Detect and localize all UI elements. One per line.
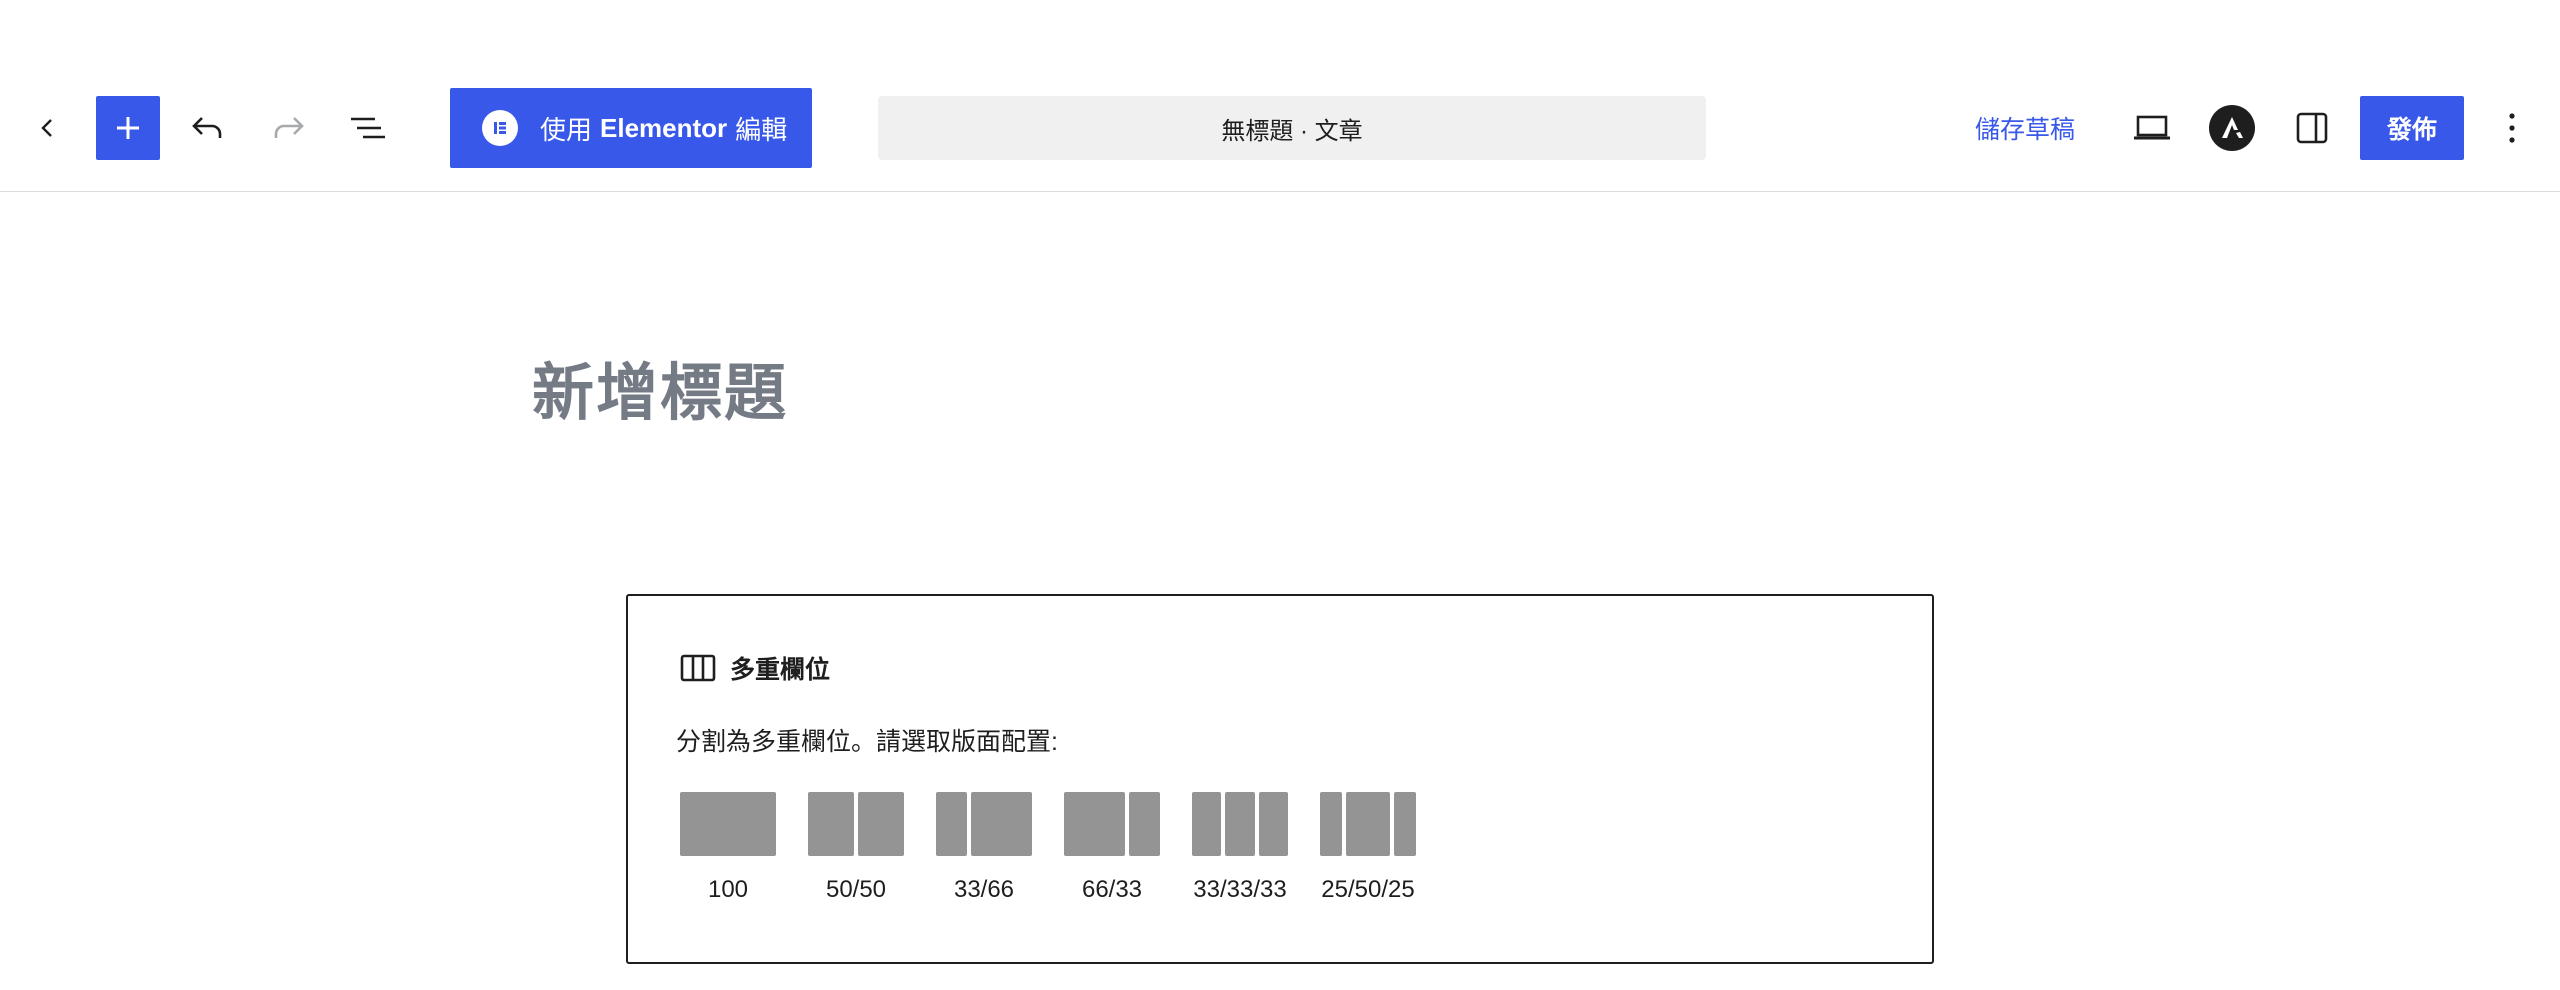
columns-block-placeholder[interactable]: 多重欄位 分割為多重欄位。請選取版面配置: 100 50/50 33/66 66/33… xyxy=(626,594,1934,964)
save-draft-button[interactable]: 儲存草稿 xyxy=(1960,96,2090,160)
elementor-label-brand: Elementor xyxy=(600,112,728,143)
undo-button[interactable] xyxy=(176,96,240,160)
column-variation-66-33[interactable]: 66/33 xyxy=(1064,792,1160,904)
post-title-input[interactable]: 新增標題 xyxy=(532,342,788,432)
edit-with-elementor-button[interactable]: 使用 Elementor 編輯 xyxy=(450,88,812,168)
add-block-button[interactable] xyxy=(96,96,160,160)
column-layout-icon xyxy=(808,792,904,856)
elementor-logo-icon xyxy=(482,110,518,146)
column-variation-picker: 100 50/50 33/66 66/33 33/33/33 25/50/25 xyxy=(680,792,1448,904)
undo-icon xyxy=(192,117,222,138)
document-title-bar[interactable]: 無標題 · 文章 xyxy=(878,96,1706,160)
column-variation-100[interactable]: 100 xyxy=(680,792,776,904)
preview-button[interactable] xyxy=(2120,96,2184,160)
elementor-label-pre: 使用 xyxy=(540,114,593,145)
chevron-left-icon xyxy=(41,119,52,137)
column-layout-icon xyxy=(936,792,1032,856)
list-view-button[interactable] xyxy=(336,96,400,160)
column-variation-33-33-33[interactable]: 33/33/33 xyxy=(1192,792,1288,904)
laptop-icon xyxy=(2134,115,2170,140)
column-variation-label: 50/50 xyxy=(825,876,887,903)
column-variation-label: 33/33/33 xyxy=(1193,876,1287,903)
column-layout-icon xyxy=(1320,792,1416,856)
settings-toggle-button[interactable] xyxy=(2280,96,2344,160)
column-variation-label: 25/50/25 xyxy=(1321,876,1415,903)
column-variation-label: 33/66 xyxy=(953,876,1015,903)
column-variation-33-66[interactable]: 33/66 xyxy=(936,792,1032,904)
columns-block-header: 多重欄位 xyxy=(680,650,830,686)
publish-button[interactable]: 發佈 xyxy=(2360,96,2464,160)
column-layout-icon xyxy=(1064,792,1160,856)
options-button[interactable] xyxy=(2480,96,2544,160)
astra-settings-button[interactable] xyxy=(2200,96,2264,160)
column-layout-icon xyxy=(1192,792,1288,856)
column-variation-25-50-25[interactable]: 25/50/25 xyxy=(1320,792,1416,904)
columns-block-instructions: 分割為多重欄位。請選取版面配置: xyxy=(676,728,1058,756)
sidebar-toggle-icon xyxy=(2296,112,2328,144)
columns-icon xyxy=(680,654,716,682)
elementor-label-post: 編輯 xyxy=(735,114,788,145)
columns-block-title: 多重欄位 xyxy=(730,656,831,684)
column-variation-50-50[interactable]: 50/50 xyxy=(808,792,904,904)
editor-header: 使用 Elementor 編輯 無標題 · 文章 儲存草稿 發佈 xyxy=(0,64,2560,192)
column-layout-icon xyxy=(680,792,776,856)
astra-logo-icon xyxy=(2209,105,2255,151)
list-view-icon xyxy=(351,117,385,139)
redo-icon xyxy=(274,117,304,138)
redo-button[interactable] xyxy=(256,96,320,160)
back-button[interactable] xyxy=(16,96,80,160)
column-variation-label: 100 xyxy=(707,876,749,903)
more-vertical-icon xyxy=(2509,113,2515,143)
column-variation-label: 66/33 xyxy=(1081,876,1143,903)
plus-icon xyxy=(117,117,139,139)
